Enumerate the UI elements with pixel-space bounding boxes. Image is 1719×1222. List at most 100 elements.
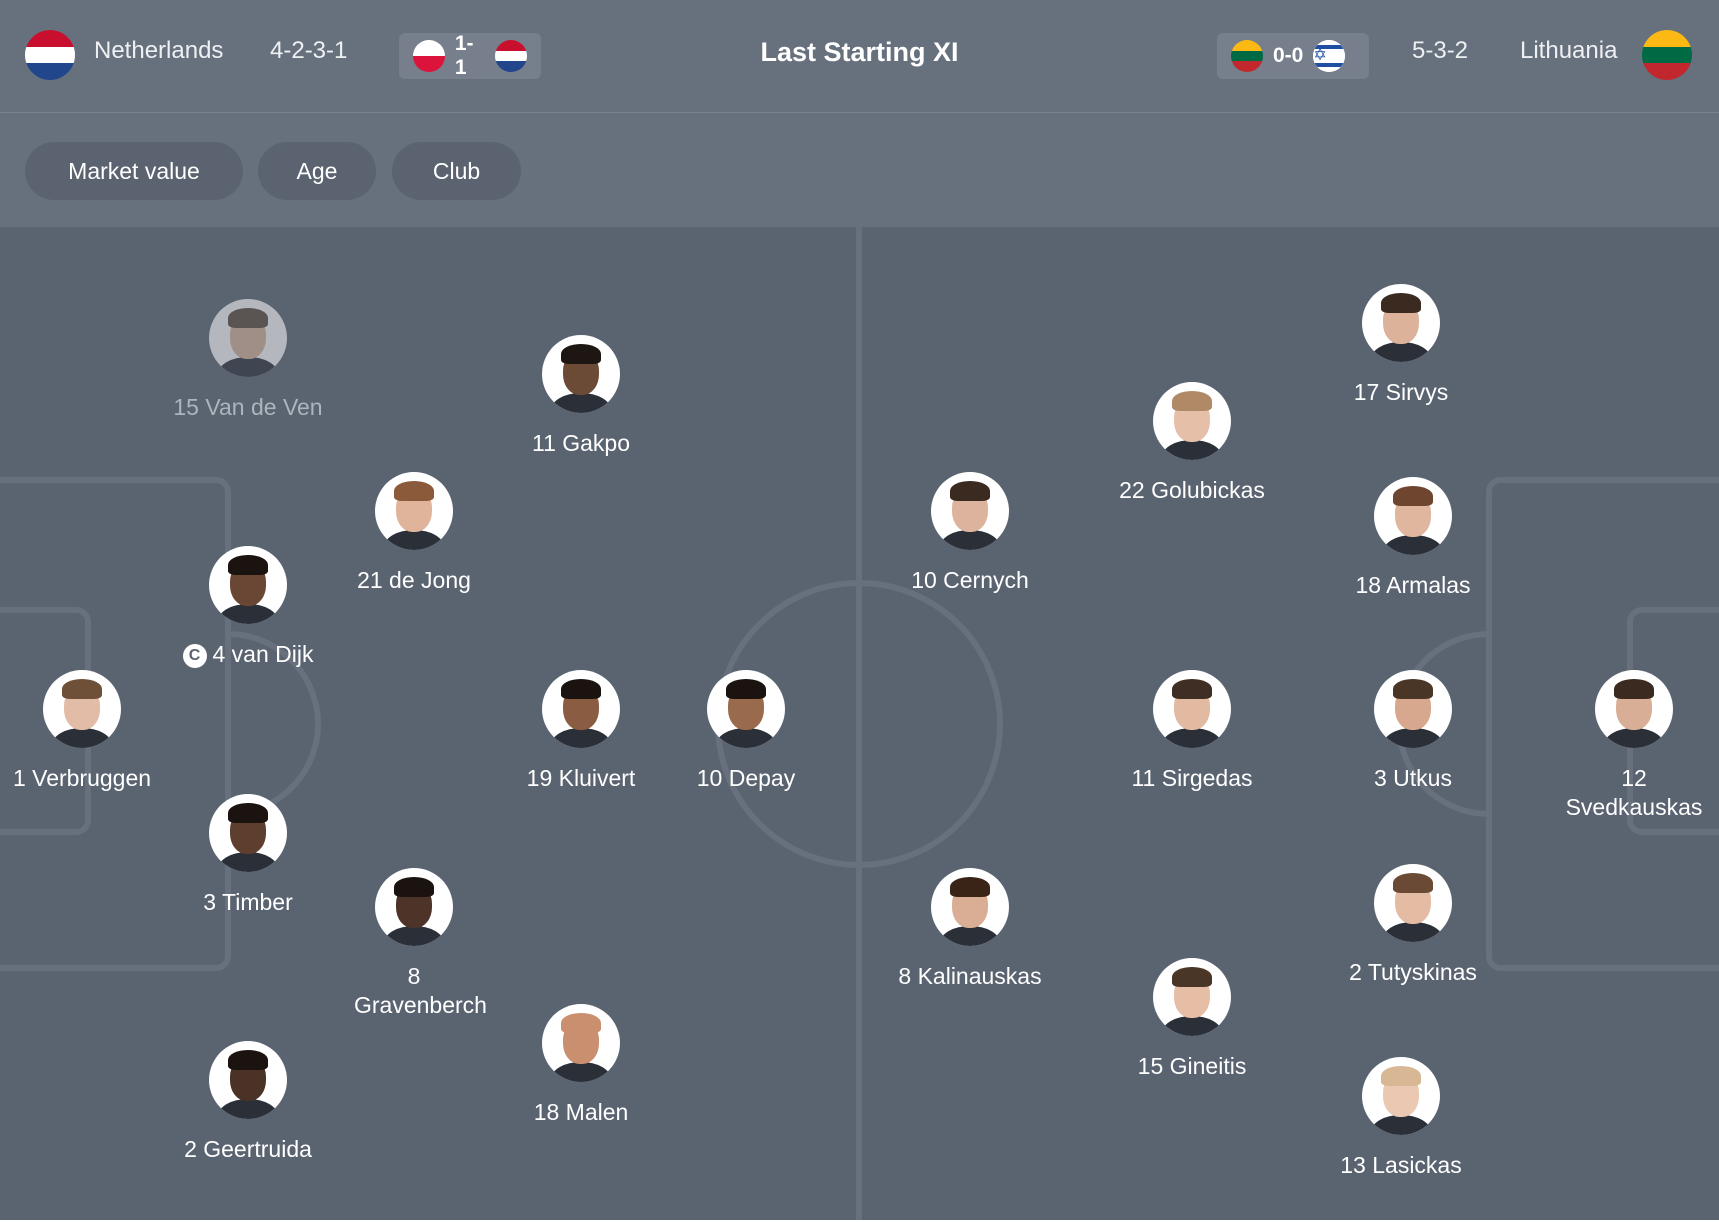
player-sirgedas[interactable]: 11 Sirgedas [1092,670,1292,793]
player-geertruida[interactable]: 2 Geertruida [148,1041,348,1164]
player-avatar [209,546,287,624]
player-name: 10 Depay [696,765,796,791]
avatar-shirt [1383,728,1443,748]
avatar-shirt [551,1062,611,1082]
flag-stripe [1231,40,1263,51]
player-verbruggen[interactable]: 1 Verbruggen [0,670,182,793]
avatar-shirt [551,393,611,413]
avatar-hair [726,679,766,699]
player-name: 22 Golubickas [1119,477,1265,503]
player-van-de-ven[interactable]: 15 Van de Ven [148,299,348,422]
avatar-hair [1614,679,1654,699]
avatar-hair [228,308,268,328]
player-avatar [209,299,287,377]
player-avatar [1153,958,1231,1036]
player-avatar [707,670,785,748]
player-gravenberch[interactable]: 8 Gravenberch [314,868,514,1020]
avatar-shirt [384,530,444,550]
player-avatar [209,1041,287,1119]
avatar-hair [394,877,434,897]
lithuania-flag-icon [1642,30,1692,80]
player-name: 15 Gineitis [1137,1053,1247,1079]
avatar-shirt [1162,440,1222,460]
avatar-shirt [716,728,776,748]
player-name: 1 Verbruggen [12,765,152,791]
avatar-hair [561,1013,601,1033]
player-name: 18 Armalas [1355,572,1471,598]
away-team-name[interactable]: Lithuania [1520,36,1617,66]
avatar-hair [394,481,434,501]
avatar-hair [1172,679,1212,699]
player-avatar [1595,670,1673,748]
player-cernych[interactable]: 10 Cernych [870,472,1070,595]
player-avatar [43,670,121,748]
filter-club-button[interactable]: Club [392,142,521,200]
away-formation: 5-3-2 [1412,37,1469,64]
avatar-hair [561,679,601,699]
player-avatar [375,868,453,946]
away-last-match-score: 0-0 [1273,44,1304,67]
player-lasickas[interactable]: 13 Lasickas [1301,1057,1501,1180]
avatar-hair [1393,873,1433,893]
filter-age-button[interactable]: Age [258,142,376,200]
player-avatar [542,1004,620,1082]
player-golubickas[interactable]: 22 Golubickas [1092,382,1292,505]
filter-market-value-button[interactable]: Market value [25,142,243,200]
avatar-shirt [52,728,112,748]
avatar-shirt [1162,728,1222,748]
player-avatar [1153,382,1231,460]
avatar-hair [950,481,990,501]
player-name: 12 Svedkauskas [1565,765,1703,820]
avatar-shirt [940,530,1000,550]
avatar-hair [1381,293,1421,313]
avatar-hair [950,877,990,897]
avatar-shirt [218,852,278,872]
lineup-panel: Netherlands 4-2-3-1 1-1 Last Starting XI [0,0,1719,1220]
flag-stripe [1642,63,1692,80]
israel-flag-icon: ✡ [1313,40,1346,72]
away-last-match[interactable]: 0-0 ✡ [1217,33,1369,79]
player-kalinauskas[interactable]: 8 Kalinauskas [870,868,1070,991]
lithuania-flag-icon [1231,40,1263,72]
avatar-shirt [940,926,1000,946]
avatar-hair [1381,1066,1421,1086]
player-depay[interactable]: 10 Depay [646,670,846,793]
avatar-shirt [384,926,444,946]
player-sirvys[interactable]: 17 Sirvys [1301,284,1501,407]
player-name: 8 Gravenberch [354,963,487,1018]
avatar-hair [228,803,268,823]
flag-stripe [1231,50,1263,62]
player-gakpo[interactable]: 11 Gakpo [481,335,681,458]
avatar-shirt [218,1099,278,1119]
player-name: 2 Geertruida [184,1136,312,1162]
star-of-david-icon: ✡ [1313,47,1327,64]
player-name-row: C4 van Dijk [148,640,348,669]
player-name: 11 Sirgedas [1131,765,1253,791]
avatar-hair [1172,967,1212,987]
lineup-header: Netherlands 4-2-3-1 1-1 Last Starting XI [0,0,1719,113]
avatar-hair [1393,679,1433,699]
player-van-dijk[interactable]: C4 van Dijk [148,546,348,669]
player-tutyskinas[interactable]: 2 Tutyskinas [1313,864,1513,987]
player-gineitis[interactable]: 15 Gineitis [1092,958,1292,1081]
player-avatar [542,670,620,748]
player-name: 15 Van de Ven [173,394,323,420]
avatar-shirt [1604,728,1664,748]
avatar-hair [62,679,102,699]
player-avatar [542,335,620,413]
player-svedkauskas[interactable]: 12 Svedkauskas [1534,670,1719,822]
avatar-shirt [1371,342,1431,362]
player-utkus[interactable]: 3 Utkus [1313,670,1513,793]
flag-stripe [1231,61,1263,72]
player-name: 17 Sirvys [1353,379,1449,405]
player-malen[interactable]: 18 Malen [481,1004,681,1127]
player-avatar [1374,864,1452,942]
player-avatar [1153,670,1231,748]
flag-stripe [1642,46,1692,64]
player-armalas[interactable]: 18 Armalas [1313,477,1513,600]
player-avatar [931,868,1009,946]
avatar-shirt [1371,1115,1431,1135]
filter-bar: Market value Age Club [0,113,1719,227]
avatar-shirt [218,604,278,624]
avatar-shirt [1383,535,1443,555]
